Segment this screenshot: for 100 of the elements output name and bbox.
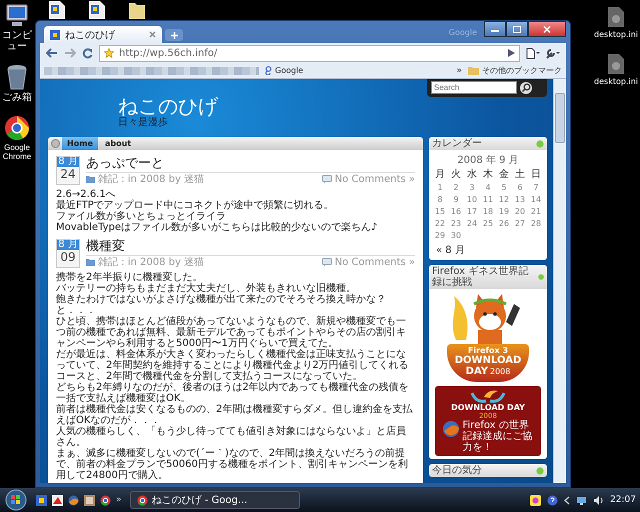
file-icon[interactable]: [48, 0, 66, 20]
desktop-icon-label: desktop.ini: [594, 77, 638, 86]
date-day: 24: [60, 167, 76, 181]
settings-file-icon[interactable]: [607, 53, 626, 75]
desktop-icon-label: ごみ箱: [1, 92, 33, 103]
trash-icon[interactable]: [6, 64, 28, 90]
hands-flame-icon: [468, 389, 508, 403]
google-g-icon: [265, 66, 272, 75]
firefox-icon[interactable]: [68, 494, 79, 506]
calendar-day: 16: [448, 206, 464, 217]
reload-icon[interactable]: [82, 48, 93, 58]
calendar-day: 18: [480, 206, 496, 217]
previous-month-link[interactable]: « 8 月: [436, 243, 465, 257]
post-text: だが最近は、料金体系が大きく変わったらしく機種代金は正味支払うことになっていて、2年間契約を維持することにより機種代金より2万円値引してくれるコースと、2年間で機種代金を分割して支払うコースになっていた。: [56, 349, 410, 382]
circle-icon: [538, 273, 544, 281]
promo-text: Firefox の世界記録達成にご協力を！: [462, 420, 534, 453]
more-button[interactable]: »: [116, 495, 122, 505]
post-title[interactable]: あっぷでーと: [86, 156, 415, 173]
page-icon[interactable]: [526, 48, 540, 58]
circle-icon: [536, 466, 544, 474]
more-bookmarks-button[interactable]: »: [456, 66, 462, 76]
wrench-icon[interactable]: [546, 48, 560, 58]
search-button[interactable]: [520, 82, 532, 94]
maximize-button[interactable]: [506, 21, 528, 37]
network-icon[interactable]: [576, 494, 588, 506]
speaker-icon[interactable]: [593, 494, 604, 506]
app-icon[interactable]: [84, 494, 95, 506]
weekday-label: 日: [530, 168, 542, 181]
badge-text: DAY: [466, 366, 488, 377]
calendar-day: 28: [528, 218, 544, 229]
post-text: まぁ、滅多に機種変しないので(´ー｀)なので、2年間は換えないだろうの前提で、前者の料金プランで50060円する機種をポイント、割引キャンペーンを利用して24800円で購入。: [56, 448, 409, 481]
badge-text: 2008: [490, 367, 510, 376]
address-bar[interactable]: http://wp.56ch.info/: [99, 44, 520, 62]
weekday-label: 木: [482, 168, 494, 181]
settings-file-icon[interactable]: [607, 6, 626, 28]
site-tagline: 日々是漫歩: [118, 117, 169, 128]
folder-icon: [468, 66, 479, 75]
post-title[interactable]: 機種変: [86, 239, 415, 256]
computer-icon[interactable]: [4, 4, 30, 28]
scrollbar[interactable]: [553, 79, 566, 483]
widget-title: カレンダー: [432, 138, 482, 149]
folder-icon[interactable]: [128, 0, 146, 20]
close-icon: [543, 26, 551, 32]
calendar-day: 5: [496, 182, 512, 193]
minimize-button[interactable]: [484, 21, 506, 37]
post-text: 人気の機種らしく、「もう少し待ってても値引き対象にはならないよ」と店員さん。: [56, 426, 407, 448]
post-text: MovableTypeはファイル数が多いがこちらは比較的少ないので楽ちん♪: [56, 222, 378, 233]
new-tab-button[interactable]: [165, 29, 183, 41]
chevron-left-icon[interactable]: [564, 496, 570, 504]
calendar-day: 26: [496, 218, 512, 229]
desktop-icon-label: Google Chrome: [2, 143, 32, 161]
plus-icon: [170, 32, 178, 38]
calendar-day: 21: [528, 206, 544, 217]
calendar-day: 12: [496, 194, 512, 205]
back-icon[interactable]: [46, 48, 58, 58]
chrome-icon[interactable]: [100, 494, 111, 506]
calendar-day: 6: [512, 182, 528, 193]
calendar-day: 4: [480, 182, 496, 193]
widget-title: Firefox ギネス世界記録に挑戦: [432, 266, 530, 288]
close-button[interactable]: [528, 21, 566, 37]
calendar-day: 3: [464, 182, 480, 193]
help-icon[interactable]: [547, 494, 558, 506]
widget-title: 今日の気分: [432, 465, 482, 476]
calendar-day: 10: [464, 194, 480, 205]
weekday-label: 金: [498, 168, 510, 181]
date-month: 8 月: [57, 240, 79, 250]
close-icon[interactable]: [149, 31, 156, 38]
calendar-day: 24: [464, 218, 480, 229]
calendar-day: 1: [432, 182, 448, 193]
browser-tab[interactable]: ねこのひげ: [44, 26, 162, 43]
calendar-day: 14: [528, 194, 544, 205]
star-icon[interactable]: [104, 48, 114, 58]
app-icon[interactable]: [36, 494, 47, 506]
taskbar-button[interactable]: ねこのひげ - Goog...: [130, 491, 300, 509]
file-icon[interactable]: [88, 0, 106, 20]
calendar-day: 17: [464, 206, 480, 217]
post-meta: 雑記 : in 2008 by 迷猫: [98, 172, 204, 186]
comment-icon: [322, 258, 332, 266]
start-button[interactable]: [4, 489, 28, 511]
post-text: 2.6→2.6.1へ: [56, 189, 117, 200]
site-title[interactable]: ねこのひげ: [118, 95, 218, 117]
comment-icon: [322, 174, 332, 184]
nav-tab[interactable]: Home: [62, 137, 98, 150]
firefox-logo-icon: [442, 420, 460, 438]
chrome-icon: [136, 494, 148, 506]
calendar-day: 11: [480, 194, 496, 205]
search-field[interactable]: Search: [431, 81, 517, 94]
nav-tab[interactable]: about: [100, 137, 136, 150]
post-text: 最近FTPでアップロード中にコネクトが途中で頻繁に切れる。: [56, 200, 335, 211]
go-icon[interactable]: [508, 49, 515, 57]
chrome-icon[interactable]: [4, 115, 30, 141]
post-text: 前者は機種代金は安くなるものの、2年間は機種変すらダメ。但し違約金を支払えばOKなのだが．．．: [56, 404, 414, 426]
calendar-day: 23: [448, 218, 464, 229]
date-day: 09: [60, 250, 76, 264]
language-bar-icon[interactable]: [530, 494, 542, 506]
other-bookmarks-button[interactable]: その他のブックマーク: [468, 65, 562, 76]
folder-icon: [86, 258, 95, 266]
app-icon[interactable]: [52, 494, 63, 506]
bookmark-link[interactable]: Google: [265, 66, 304, 75]
calendar-day: 27: [512, 218, 528, 229]
